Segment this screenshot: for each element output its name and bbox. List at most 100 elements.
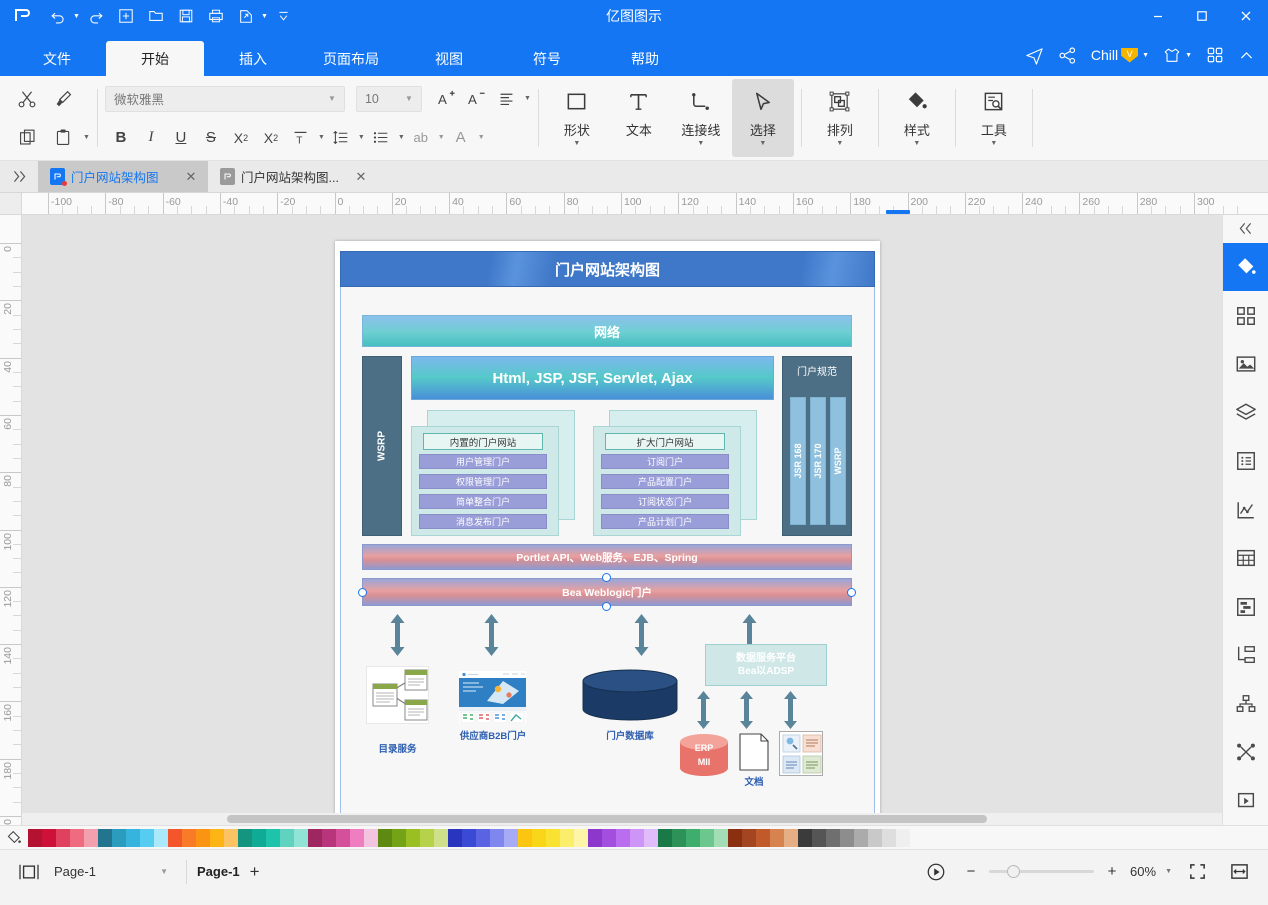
builtin-item-2[interactable]: 简单整合门户 <box>419 494 547 509</box>
spec-column-jsr170[interactable]: JSR 170 <box>810 397 826 525</box>
superscript-button[interactable]: X2 <box>227 124 255 152</box>
extended-item-0[interactable]: 订阅门户 <box>601 454 729 469</box>
close-button[interactable] <box>1224 0 1268 32</box>
customize-quick-access-button[interactable] <box>270 4 298 28</box>
document-label[interactable]: 文档 <box>731 774 777 788</box>
menu-tab-home[interactable]: 开始 <box>106 41 204 76</box>
color-swatch[interactable] <box>112 828 126 847</box>
zoom-level-label[interactable]: 60% <box>1130 864 1156 879</box>
maximize-button[interactable] <box>1180 0 1224 32</box>
color-swatch[interactable] <box>798 828 812 847</box>
user-caret-icon[interactable]: ▼ <box>1142 52 1149 59</box>
connector-tool-caret-icon[interactable]: ▼ <box>697 140 704 147</box>
table-panel-icon[interactable] <box>1223 534 1268 583</box>
notes-panel-icon[interactable] <box>1223 437 1268 486</box>
shape-tool-button[interactable]: 形状 ▼ <box>546 79 608 157</box>
font-color-button[interactable]: A <box>447 124 475 152</box>
color-swatch[interactable] <box>56 828 70 847</box>
font-size-select[interactable]: 10 ▼ <box>355 85 422 112</box>
html-stack-bar[interactable]: Html, JSP, JSF, Servlet, Ajax <box>411 356 774 400</box>
document-page[interactable]: 门户网站架构图 网络 WSRP Html, JSP, JSF, Servlet,… <box>335 241 880 813</box>
color-swatch[interactable] <box>490 828 504 847</box>
color-swatch[interactable] <box>896 828 910 847</box>
text-tool-button[interactable]: 文本 ▼ <box>608 79 670 157</box>
utility-tool-button[interactable]: 工具 ▼ <box>963 79 1025 157</box>
italic-button[interactable]: I <box>137 124 165 152</box>
gantt-panel-icon[interactable] <box>1223 582 1268 631</box>
symbol-library-panel-icon[interactable] <box>1223 291 1268 340</box>
select-tool-caret-icon[interactable]: ▼ <box>759 140 766 147</box>
arrange-tool-caret-icon[interactable]: ▼ <box>836 140 843 147</box>
text-wrap-caret-icon[interactable]: ▼ <box>438 134 445 141</box>
color-swatch[interactable] <box>308 828 322 847</box>
minimize-button[interactable] <box>1136 0 1180 32</box>
color-swatch[interactable] <box>448 828 462 847</box>
add-page-button[interactable]: + <box>240 859 270 885</box>
open-button[interactable] <box>142 4 170 28</box>
export-caret-icon[interactable]: ▼ <box>261 13 268 20</box>
color-swatch[interactable] <box>462 828 476 847</box>
zoom-caret-icon[interactable]: ▼ <box>1165 868 1172 875</box>
report-icon[interactable] <box>779 731 823 776</box>
grid-apps-icon[interactable] <box>1201 42 1229 68</box>
color-swatch[interactable] <box>238 828 252 847</box>
horizontal-scroll-thumb[interactable] <box>227 815 987 823</box>
zoom-in-button[interactable]: + <box>1102 857 1122 887</box>
collapse-ribbon-button[interactable] <box>1233 42 1260 68</box>
image-panel-icon[interactable] <box>1223 340 1268 389</box>
select-tool-button[interactable]: 选择 ▼ <box>731 79 794 157</box>
new-button[interactable] <box>112 4 140 28</box>
menu-tab-symbol[interactable]: 符号 <box>498 41 596 76</box>
bullet-list-caret-icon[interactable]: ▼ <box>398 134 405 141</box>
selection-handle-bottom[interactable] <box>602 602 611 611</box>
color-swatch[interactable] <box>602 828 616 847</box>
spec-column-wsrp[interactable]: WSRP <box>830 397 846 525</box>
color-swatch[interactable] <box>714 828 728 847</box>
page-fit-icon[interactable] <box>12 857 46 887</box>
chevron-double-left-icon[interactable] <box>1223 215 1268 243</box>
color-swatch[interactable] <box>336 828 350 847</box>
color-swatch[interactable] <box>322 828 336 847</box>
color-swatch-strip[interactable] <box>28 828 1268 847</box>
color-swatch[interactable] <box>280 828 294 847</box>
bold-button[interactable]: B <box>107 124 135 152</box>
color-swatch[interactable] <box>672 828 686 847</box>
color-swatch[interactable] <box>84 828 98 847</box>
color-swatch[interactable] <box>294 828 308 847</box>
color-swatch[interactable] <box>826 828 840 847</box>
undo-group[interactable]: ▼ <box>44 4 80 28</box>
diagram-title[interactable]: 门户网站架构图 <box>340 251 875 287</box>
format-painter-button[interactable] <box>46 84 80 114</box>
play-circle-icon[interactable] <box>919 857 953 887</box>
color-swatch[interactable] <box>476 828 490 847</box>
color-swatch[interactable] <box>420 828 434 847</box>
connector-tool-button[interactable]: 连接线 ▼ <box>670 79 732 157</box>
color-swatch[interactable] <box>154 828 168 847</box>
export-group[interactable]: ▼ <box>232 4 268 28</box>
menu-tab-page-layout[interactable]: 页面布局 <box>302 41 400 76</box>
strikethrough-button[interactable]: S <box>197 124 225 152</box>
color-swatch[interactable] <box>350 828 364 847</box>
color-swatch[interactable] <box>882 828 896 847</box>
line-spacing-caret-icon[interactable]: ▼ <box>358 134 365 141</box>
page-selector-caret-icon[interactable]: ▼ <box>160 867 168 876</box>
color-swatch[interactable] <box>868 828 882 847</box>
selection-handle-top[interactable] <box>602 573 611 582</box>
undo-button[interactable] <box>44 4 72 28</box>
group-extended-header[interactable]: 扩大门户网站 <box>605 433 725 450</box>
wsrp-left-bar[interactable]: WSRP <box>362 356 402 536</box>
extended-item-3[interactable]: 产品计划门户 <box>601 514 729 529</box>
copy-button[interactable] <box>10 123 44 153</box>
color-swatch[interactable] <box>812 828 826 847</box>
color-swatch[interactable] <box>196 828 210 847</box>
network-bar[interactable]: 网络 <box>362 315 852 347</box>
share-nodes-icon[interactable] <box>1053 42 1082 68</box>
zoom-slider[interactable] <box>989 865 1095 879</box>
color-swatch[interactable] <box>378 828 392 847</box>
color-swatch[interactable] <box>546 828 560 847</box>
fit-width-icon[interactable] <box>1222 857 1256 887</box>
redo-button[interactable] <box>82 4 110 28</box>
theme-caret-icon[interactable]: ▼ <box>1185 52 1192 59</box>
portal-spec-box[interactable]: 门户规范 JSR 168 JSR 170 WSRP <box>782 356 852 536</box>
color-swatch[interactable] <box>784 828 798 847</box>
